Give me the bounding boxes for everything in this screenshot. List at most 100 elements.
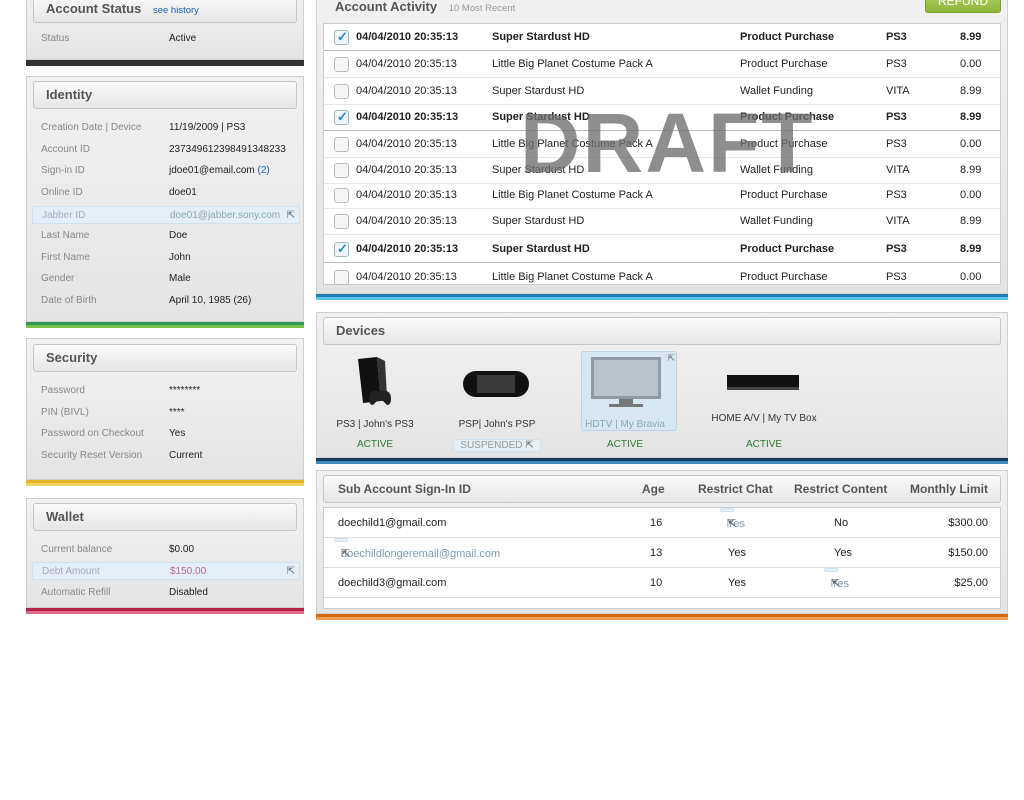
device-status: ACTIVE — [356, 439, 394, 450]
device-name: PSP| John's PSP — [458, 419, 536, 430]
security-field-pin: PIN (BIVL) **** — [41, 404, 303, 422]
devices-header: Devices — [323, 317, 1001, 345]
table-row[interactable]: 04/04/2010 20:35:13 Super Stardust HD Prod… — [324, 103, 1000, 131]
external-link-icon: ⇱ — [727, 518, 737, 530]
table-row[interactable]: 04/04/2010 20:35:13 Super Stardust HD Prod… — [324, 235, 1000, 263]
identity-field-account-id: Account ID 237349612398491348233 — [41, 141, 303, 159]
online-id-value: doe01 — [169, 187, 197, 198]
jabber-id-value: doe01@jabber.sony.com — [170, 210, 281, 221]
first-name-label: First Name — [41, 252, 90, 263]
row-item: Little Big Planet Costume Pack A — [492, 189, 653, 201]
row-item: Little Big Planet Costume Pack A — [492, 271, 653, 283]
identity-field-gender: Gender Male — [41, 270, 303, 288]
sub-age: 10 — [650, 577, 663, 589]
row-checkbox[interactable] — [334, 235, 349, 262]
row-amount: 8.99 — [960, 243, 982, 255]
device-ps3[interactable]: PS3 | John's PS3 ACTIVE — [325, 351, 425, 450]
gender-label: Gender — [41, 273, 75, 284]
identity-field-last-name: Last Name Doe — [41, 227, 303, 245]
row-checkbox[interactable] — [334, 137, 349, 152]
refill-label: Automatic Refill — [41, 587, 111, 598]
row-checkbox[interactable] — [334, 163, 349, 178]
row-amount: 0.00 — [960, 58, 982, 70]
col-restrict-chat: Restrict Chat — [698, 482, 773, 496]
wallet-field-balance: Current balance $0.00 — [41, 541, 303, 559]
row-checkbox[interactable] — [334, 214, 349, 229]
row-date: 04/04/2010 20:35:13 — [356, 111, 459, 123]
table-row[interactable]: 04/04/2010 20:35:13 Super Stardust HD Wall… — [324, 78, 1000, 105]
device-name: HDTV | My Bravia — [585, 419, 665, 430]
security-field-reset: Security Reset Version Current — [41, 447, 303, 465]
device-status-suspended[interactable]: SUSPENDED ⇱ — [447, 439, 547, 452]
table-row[interactable]: 04/04/2010 20:35:13 Little Big Planet Cos… — [324, 182, 1000, 209]
row-platform: PS3 — [886, 138, 907, 150]
identity-field-jabber[interactable]: Jabber ID doe01@jabber.sony.com ⇱ — [32, 206, 300, 224]
row-date: 04/04/2010 20:35:13 — [356, 271, 457, 283]
last-name-value: Doe — [169, 230, 188, 241]
table-row[interactable]: 04/04/2010 20:35:13 Little Big Planet Cos… — [324, 51, 1000, 78]
row-type: Product Purchase — [740, 58, 828, 70]
identity-field-first-name: First Name John — [41, 249, 303, 267]
device-name: HOME A/V | My TV Box — [711, 413, 817, 424]
security-field-password: Password ******** — [41, 382, 303, 400]
device-home-av[interactable]: HOME A/V | My TV Box ACTIVE — [701, 351, 827, 450]
row-platform: PS3 — [886, 243, 907, 255]
table-row[interactable]: 04/04/2010 20:35:13 Little Big Planet Cos… — [324, 131, 1000, 158]
device-status: ACTIVE — [606, 439, 644, 450]
row-platform: VITA — [886, 85, 910, 97]
sub-age: 13 — [650, 547, 663, 559]
table-row[interactable]: 04/04/2010 20:35:13 Super Stardust HD Wall… — [324, 157, 1000, 184]
wallet-field-debt[interactable]: Debt Amount $150.00 ⇱ — [32, 562, 300, 580]
identity-field-creation: Creation Date | Device 11/19/2009 | PS3 — [41, 119, 303, 137]
see-history-link[interactable]: see history — [153, 5, 199, 16]
row-amount: 8.99 — [960, 111, 982, 123]
sub-limit: $300.00 — [948, 517, 988, 529]
external-link-icon[interactable]: ⇱ — [287, 563, 295, 581]
row-item: Super Stardust HD — [492, 31, 590, 43]
row-type: Product Purchase — [740, 189, 828, 201]
col-restrict-content: Restrict Content — [794, 482, 888, 496]
table-row[interactable]: doechild3@gmail.com 10 Yes Yes ⇱ $25.00 — [324, 568, 1000, 598]
status-field: Status Active — [41, 30, 303, 48]
col-signin-id: Sub Account Sign-In ID — [338, 482, 471, 496]
table-row[interactable]: doechildlongeremail@gmail.com ⇱ 13 Yes Y… — [324, 538, 1000, 568]
signin-id-count-link[interactable]: (2) — [258, 165, 270, 176]
activity-header: Account Activity 10 Most Recent — [323, 0, 1001, 22]
password-value: ******** — [169, 385, 201, 396]
external-link-icon[interactable]: ⇱ — [667, 353, 675, 364]
refund-button[interactable]: REFUND — [925, 0, 1001, 13]
status-color-bar — [26, 60, 304, 66]
row-checkbox[interactable] — [334, 103, 349, 130]
creation-date-link[interactable]: 11/19/2009 | PS3 — [169, 119, 245, 137]
col-age: Age — [642, 482, 665, 496]
device-hdtv[interactable]: ⇱ HDTV | My Bravia ACTIVE — [575, 351, 677, 450]
row-amount: 8.99 — [960, 85, 982, 97]
row-type: Wallet Funding — [740, 215, 813, 227]
table-row[interactable]: 04/04/2010 20:35:13 Super Stardust HD Prod… — [324, 23, 1000, 51]
creation-date-label: Creation Date | Device — [41, 122, 142, 133]
reset-version-value: Current — [169, 450, 203, 461]
status-label: Status — [41, 33, 70, 44]
row-checkbox[interactable] — [334, 84, 349, 99]
security-field-checkout: Password on Checkout Yes — [41, 425, 303, 443]
row-checkbox[interactable] — [334, 23, 349, 50]
sub-id: doechild1@gmail.com — [338, 517, 447, 529]
external-link-icon[interactable]: ⇱ — [287, 207, 295, 225]
external-link-icon: ⇱ — [831, 578, 841, 590]
identity-header: Identity — [33, 81, 297, 109]
device-psp[interactable]: PSP| John's PSP SUSPENDED ⇱ — [447, 351, 547, 452]
security-color-bar — [26, 480, 304, 486]
signin-id-label: Sign-in ID — [41, 165, 85, 176]
row-checkbox[interactable] — [334, 57, 349, 72]
devices-color-bar — [316, 458, 1008, 464]
row-item: Super Stardust HD — [492, 215, 585, 227]
sub-id: doechildlongeremail@gmail.com — [341, 548, 501, 560]
row-checkbox[interactable] — [334, 188, 349, 203]
ps3-console-icon — [358, 357, 391, 405]
table-row[interactable]: 04/04/2010 20:35:13 Super Stardust HD Wall… — [324, 208, 1000, 235]
table-row[interactable]: doechild1@gmail.com 16 Yes ⇱ No $300.00 — [324, 508, 1000, 538]
row-checkbox[interactable] — [334, 270, 349, 285]
debt-label: Debt Amount — [42, 566, 100, 577]
status-value: Active — [169, 33, 197, 44]
table-row[interactable]: 04/04/2010 20:35:13 Little Big Planet Cos… — [324, 264, 1000, 286]
